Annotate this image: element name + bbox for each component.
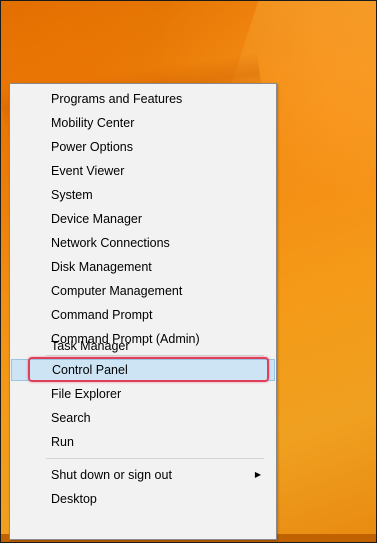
menu-item-label: Programs and Features bbox=[51, 92, 183, 106]
menu-separator bbox=[46, 458, 264, 459]
menu-item-label: Control Panel bbox=[52, 363, 128, 377]
menu-item-computer-management[interactable]: Computer Management bbox=[11, 280, 275, 302]
menu-item-label: Task Manager bbox=[51, 339, 130, 353]
menu-item-search[interactable]: Search bbox=[11, 407, 275, 429]
menu-item-label: Run bbox=[51, 435, 74, 449]
menu-item-command-prompt[interactable]: Command Prompt bbox=[11, 304, 275, 326]
menu-item-label: Disk Management bbox=[51, 260, 152, 274]
quick-link-menu: Programs and Features Mobility Center Po… bbox=[9, 83, 277, 540]
menu-item-label: Network Connections bbox=[51, 236, 170, 250]
menu-item-event-viewer[interactable]: Event Viewer bbox=[11, 160, 275, 182]
menu-item-label: Power Options bbox=[51, 140, 133, 154]
menu-item-label: Computer Management bbox=[51, 284, 183, 298]
menu-item-label: Search bbox=[51, 411, 91, 425]
menu-item-label: Shut down or sign out bbox=[51, 468, 172, 482]
menu-item-device-manager[interactable]: Device Manager bbox=[11, 208, 275, 230]
menu-item-shut-down-or-sign-out[interactable]: Shut down or sign out ▶ bbox=[11, 464, 275, 486]
menu-item-mobility-center[interactable]: Mobility Center bbox=[11, 112, 275, 134]
menu-item-disk-management[interactable]: Disk Management bbox=[11, 256, 275, 278]
menu-item-network-connections[interactable]: Network Connections bbox=[11, 232, 275, 254]
triangle-right-icon: ▶ bbox=[254, 470, 261, 479]
menu-item-task-manager[interactable]: Task Manager bbox=[11, 335, 275, 357]
menu-item-label: Event Viewer bbox=[51, 164, 125, 178]
menu-item-control-panel[interactable]: Control Panel bbox=[11, 359, 275, 381]
menu-item-run[interactable]: Run bbox=[11, 431, 275, 453]
menu-item-system[interactable]: System bbox=[11, 184, 275, 206]
menu-item-programs-and-features[interactable]: Programs and Features bbox=[11, 88, 275, 110]
menu-item-label: Mobility Center bbox=[51, 116, 135, 130]
menu-item-file-explorer[interactable]: File Explorer bbox=[11, 383, 275, 405]
menu-item-desktop[interactable]: Desktop bbox=[11, 488, 275, 510]
menu-item-label: Device Manager bbox=[51, 212, 143, 226]
menu-item-label: Desktop bbox=[51, 492, 97, 506]
screenshot-frame: Programs and Features Mobility Center Po… bbox=[0, 0, 377, 543]
menu-item-power-options[interactable]: Power Options bbox=[11, 136, 275, 158]
menu-item-label: System bbox=[51, 188, 93, 202]
menu-item-label: File Explorer bbox=[51, 387, 122, 401]
menu-item-label: Command Prompt bbox=[51, 308, 153, 322]
